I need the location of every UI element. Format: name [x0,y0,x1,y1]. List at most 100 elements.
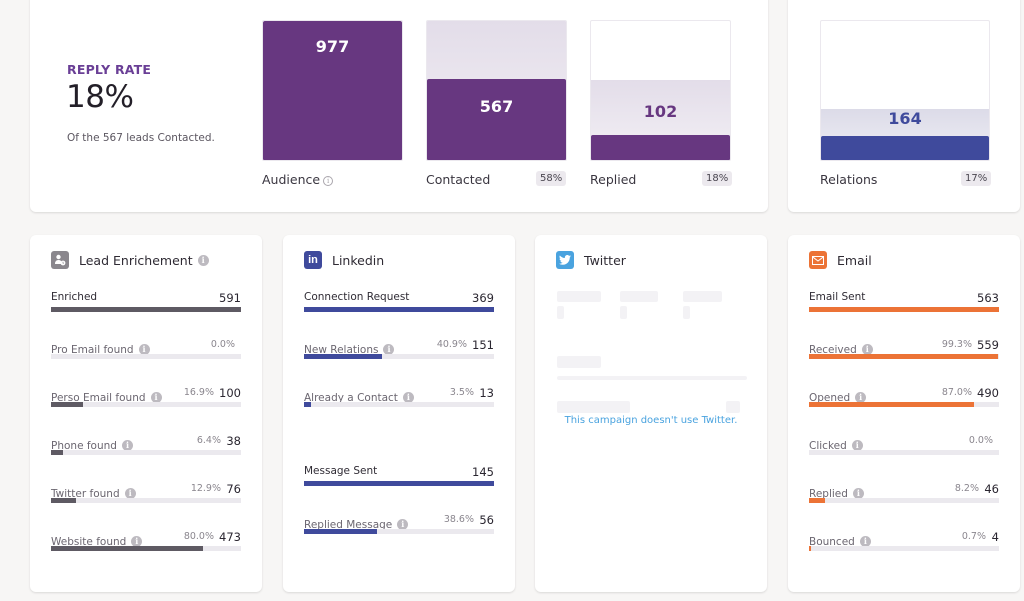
metric-value: 490 [977,386,999,400]
skeleton-placeholder [557,306,564,319]
metric-value: 56 [479,513,494,527]
metric-row: Bounced i 0.7% 4 [809,530,999,560]
progress-bar [51,546,203,551]
metric-percent: 87.0% [941,387,972,398]
lead-enrichment-header: Lead Enrichement i [51,251,209,269]
progress-track [51,498,241,503]
progress-track [304,354,494,359]
skeleton-placeholder [557,291,601,302]
metric-value: 38 [226,434,241,448]
skeleton-placeholder [557,356,601,368]
relations-box: 164 [820,20,990,161]
metric-row: Replied Message i 38.6% 56 [304,513,494,543]
progress-bar [809,402,975,407]
progress-track [51,354,241,359]
metric-value: 76 [226,482,241,496]
metric-percent: 0.0% [210,339,235,350]
progress-track [809,546,999,551]
metric-percent: 12.9% [190,483,221,494]
progress-bar [51,307,241,312]
reply-rate-label: REPLY RATE [67,62,152,77]
metric-row: Pro Email found i 0.0% [51,338,241,368]
funnel-audience-label-text: Audience [262,172,321,187]
progress-track [809,307,999,312]
linkedin-header: in Linkedin [304,251,384,269]
reply-rate-value: 18% [66,79,134,115]
lead-enrichment-title: Lead Enrichement [79,252,193,268]
relations-card: 164 Relations 17% [788,0,1020,212]
funnel-replied-box: 102 [590,20,731,161]
info-icon[interactable]: i [197,254,209,266]
funnel-contacted-label: Contacted [426,172,491,187]
progress-track [809,498,999,503]
progress-bar [809,307,999,312]
metric-value: 13 [479,386,494,400]
progress-track [809,354,999,359]
metric-value: 591 [219,291,241,305]
metric-row: Message Sent 145 [304,465,494,495]
email-card: Email Email Sent 563 Received i 99.3% 559 Open… [788,235,1020,592]
funnel-audience-box: 977 [262,20,403,161]
progress-track [51,307,241,312]
skeleton-placeholder [683,306,690,319]
funnel-contacted-box: 567 [426,20,567,161]
metric-value: 369 [472,291,494,305]
metric-percent: 16.9% [183,387,214,398]
relations-value: 164 [888,109,922,128]
metric-row: Opened i 87.0% 490 [809,386,999,416]
linkedin-title: Linkedin [332,252,385,268]
progress-track [51,450,241,455]
progress-track [304,529,494,534]
twitter-header: Twitter [556,251,626,269]
reply-rate-subtitle: Of the 567 leads Contacted. [67,132,215,144]
metric-row: Twitter found i 12.9% 76 [51,482,241,512]
metric-row: Clicked i 0.0% [809,434,999,464]
metric-value: 559 [977,338,999,352]
user-clock-icon [51,251,69,269]
skeleton-placeholder [557,401,630,413]
metric-value: 563 [977,291,999,305]
metric-value: 100 [219,386,241,400]
linkedin-card: in Linkedin Connection Request 369 New Rel… [283,235,515,592]
progress-track [51,546,241,551]
metric-name: Enriched [51,291,98,303]
funnel-contacted-badge: 58% [536,171,567,186]
progress-bar [304,307,494,312]
metric-row: Enriched 591 [51,291,241,321]
progress-bar [51,450,64,455]
twitter-card: Twitter This campaign doesn't use Twitte… [535,235,767,592]
reply-rate-card: REPLY RATE 18% Of the 567 leads Contacte… [30,0,768,212]
funnel-replied-label: Replied [590,172,637,187]
metric-percent: 6.4% [196,435,221,446]
funnel-contacted-fill [427,79,566,160]
metric-row: Received i 99.3% 559 [809,338,999,368]
metric-percent: 40.9% [436,339,467,350]
funnel-contacted-value: 567 [479,97,514,116]
relations-fill [821,136,989,160]
metric-row: Perso Email found i 16.9% 100 [51,386,241,416]
twitter-icon [556,251,574,269]
progress-bar [304,529,378,534]
progress-bar [809,546,811,551]
metric-row: Phone found i 6.4% 38 [51,434,241,464]
metric-percent: 3.5% [449,387,474,398]
progress-bar [51,498,76,503]
funnel-replied-badge: 18% [702,171,733,186]
twitter-unused-message: This campaign doesn't use Twitter. [564,415,738,426]
metric-row: New Relations i 40.9% 151 [304,338,494,368]
metric-value: 473 [219,530,241,544]
funnel-audience-label: Audience i [262,172,334,187]
relations-label: Relations [820,172,878,187]
funnel-audience-value: 977 [315,37,350,56]
progress-track [304,307,494,312]
email-header: Email [809,251,872,269]
info-icon[interactable]: i [323,176,334,186]
metric-percent: 80.0% [183,531,214,542]
progress-bar [304,481,494,486]
metric-percent: 99.3% [941,339,972,350]
email-title: Email [837,252,872,268]
metric-percent: 0.7% [961,531,986,542]
metric-percent: 8.2% [954,483,979,494]
linkedin-icon: in [304,251,322,269]
metric-row: Email Sent 563 [809,291,999,321]
